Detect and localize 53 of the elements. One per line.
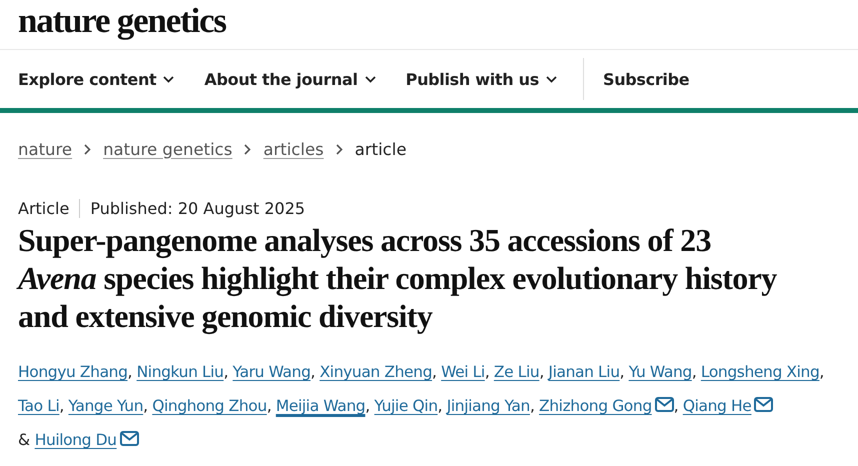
separator: , (143, 397, 148, 415)
separator: , (620, 363, 624, 381)
separator: , (128, 363, 132, 381)
author-link[interactable]: Qiang He (682, 397, 752, 415)
author-link[interactable]: Jianan Liu (548, 363, 620, 381)
author-link[interactable]: Yujie Qin (374, 397, 438, 415)
author-link[interactable]: Wei Li (441, 363, 485, 381)
breadcrumb-link[interactable]: nature (18, 140, 72, 158)
nav-menu-button[interactable]: About the journal (204, 70, 376, 88)
nav-link[interactable]: Subscribe (582, 58, 690, 100)
author-link[interactable]: Tao Li (18, 397, 60, 415)
separator: , (819, 363, 824, 381)
author-link[interactable]: Yaru Wang (232, 363, 311, 381)
publication-date: Published: 20 August 2025 (90, 199, 306, 218)
envelope-icon[interactable] (654, 397, 674, 412)
article-title: Super-pangenome analyses across 35 accessions of 23 Avena species highlight their complex evolutionary history and extensive genomic diversity (18, 221, 778, 335)
chevron-right-icon (84, 144, 92, 154)
conjunction: & (18, 431, 30, 449)
author-link[interactable]: Ningkun Liu (136, 363, 224, 381)
chevron-right-icon (336, 144, 343, 154)
journal-logo[interactable]: nature genetics (18, 1, 226, 41)
author-link[interactable]: Huilong Du (34, 431, 117, 449)
current-page-label: article (354, 140, 406, 158)
article-type: Article (18, 199, 80, 218)
nav-menu-button[interactable]: Explore content (18, 70, 174, 88)
separator: , (692, 363, 696, 381)
separator: , (310, 363, 316, 381)
separator: , (438, 397, 442, 415)
breadcrumb-link[interactable]: articles (263, 140, 324, 158)
separator: , (530, 397, 534, 415)
separator: , (484, 363, 490, 381)
separator: , (365, 397, 370, 415)
author-link[interactable]: Jinjiang Yan (446, 397, 530, 415)
author-link[interactable]: Zhizhong Gong (539, 397, 652, 415)
author-link[interactable]: Qinghong Zhou (152, 397, 267, 415)
separator: , (224, 363, 228, 381)
breadcrumb-link[interactable]: nature genetics (103, 140, 232, 158)
separator: , (432, 363, 437, 381)
author-link[interactable]: Ze Liu (494, 363, 540, 381)
separator: , (266, 397, 272, 415)
author-link[interactable]: Yu Wang (628, 363, 692, 381)
envelope-icon[interactable] (120, 431, 139, 446)
separator: , (539, 363, 544, 381)
nav-menu-button[interactable]: Publish with us (406, 70, 557, 88)
author-link[interactable]: Longsheng Xing (700, 363, 820, 381)
author-link[interactable]: Meijia Wang (276, 397, 366, 415)
separator: , (674, 397, 678, 415)
author-link[interactable]: Xinyuan Zheng (320, 363, 432, 381)
envelope-icon[interactable] (754, 397, 774, 412)
author-link[interactable]: Hongyu Zhang (18, 363, 128, 381)
author-link[interactable]: Yange Yun (68, 397, 144, 415)
separator: , (59, 397, 64, 415)
chevron-right-icon (244, 144, 252, 154)
